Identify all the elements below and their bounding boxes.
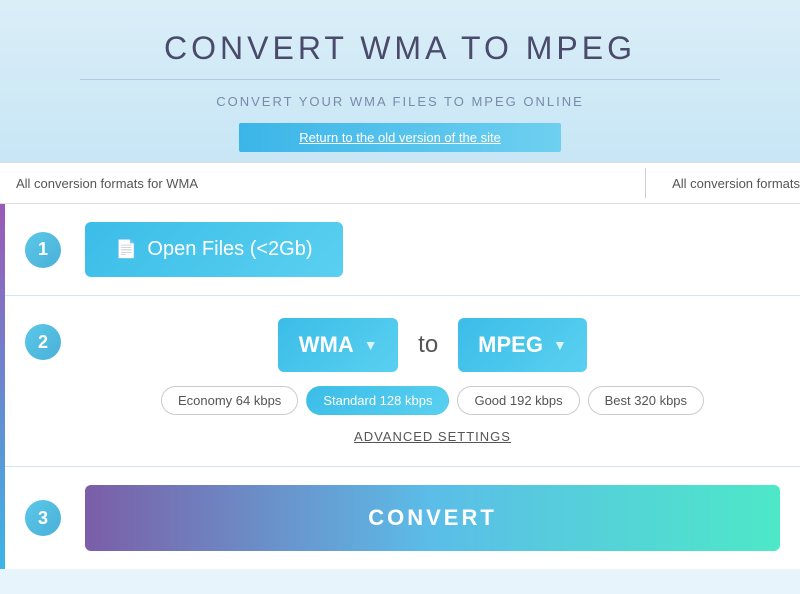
nav-left-label[interactable]: All conversion formats for WMA [0,176,635,191]
to-label: to [418,331,438,359]
to-format-label: MPEG [478,332,543,358]
step-3-content: CONVERT [85,485,780,551]
quality-standard[interactable]: Standard 128 kbps [306,386,449,415]
step-1-row: 1 📄 Open Files (<2Gb) [5,204,800,296]
from-format-chevron-icon: ▼ [364,337,378,353]
open-files-label: Open Files (<2Gb) [147,238,312,261]
step-3-number: 3 [25,500,61,536]
header-divider [80,79,720,80]
convert-button[interactable]: CONVERT [85,485,780,551]
step-2-number: 2 [25,324,61,360]
step-1-number: 1 [25,232,61,268]
open-files-button[interactable]: 📄 Open Files (<2Gb) [85,222,343,277]
nav-bar: All conversion formats for WMA All conve… [0,162,800,204]
format-row: WMA ▼ to MPEG ▼ [278,318,587,372]
quality-good[interactable]: Good 192 kbps [457,386,579,415]
to-format-chevron-icon: ▼ [553,337,567,353]
from-format-select[interactable]: WMA ▼ [278,318,398,372]
file-icon: 📄 [115,239,137,260]
nav-right-label[interactable]: All conversion formats [656,176,800,191]
header: CONVERT WMA TO MPEG CONVERT YOUR WMA FIL… [0,0,800,162]
return-link[interactable]: Return to the old version of the site [239,123,561,152]
step-3-row: 3 CONVERT [5,467,800,569]
step-1-content: 📄 Open Files (<2Gb) [85,222,780,277]
step-2-content: WMA ▼ to MPEG ▼ Economy 64 kbps Standard… [85,318,780,444]
to-format-select[interactable]: MPEG ▼ [458,318,587,372]
nav-divider [645,168,646,198]
subtitle: CONVERT YOUR WMA FILES TO MPEG ONLINE [20,94,780,109]
quality-row: Economy 64 kbps Standard 128 kbps Good 1… [161,386,704,415]
step-2-row: 2 WMA ▼ to MPEG ▼ Economy 64 kbps Sta [5,296,800,467]
advanced-settings-link[interactable]: ADVANCED SETTINGS [354,429,511,444]
page-title: CONVERT WMA TO MPEG [20,30,780,67]
from-format-label: WMA [299,332,354,358]
quality-economy[interactable]: Economy 64 kbps [161,386,298,415]
quality-best[interactable]: Best 320 kbps [588,386,704,415]
